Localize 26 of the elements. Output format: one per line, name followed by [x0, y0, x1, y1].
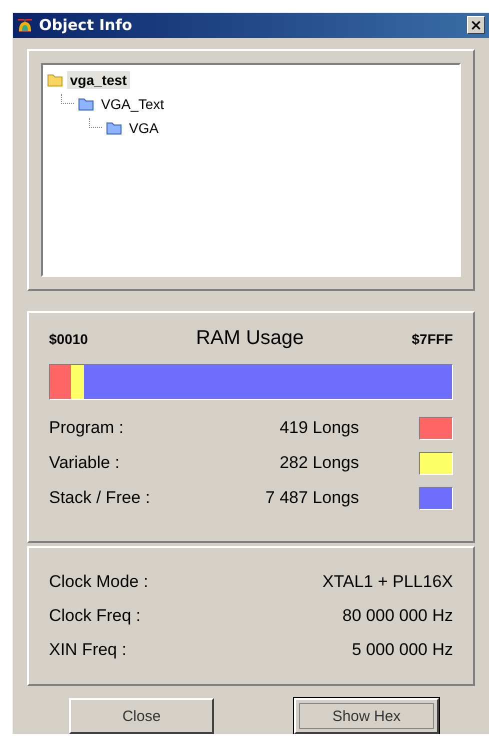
clock-label: XIN Freq : [49, 640, 128, 660]
segment-value: 419 Longs [278, 418, 359, 438]
ram-usage-title: RAM Usage [196, 327, 304, 350]
clock-value: XTAL1 + PLL16X [322, 572, 453, 592]
segment-value: 282 Longs [278, 453, 359, 474]
folder-icon [106, 120, 122, 134]
tree-item[interactable]: VGA_Text [98, 94, 168, 112]
propeller-hat-icon [17, 17, 33, 34]
end-address: $7FFF [412, 330, 453, 347]
folder-icon [78, 96, 94, 110]
start-address: $0010 [49, 330, 88, 347]
clock-label: Clock Mode : [49, 572, 150, 592]
segment-label: Stack / Free : [49, 488, 152, 508]
clock-value: 5 000 000 Hz [352, 640, 453, 660]
tree-item[interactable]: VGA [126, 118, 162, 136]
window-title: Object Info [39, 16, 134, 34]
dialog-button[interactable]: Show Hex [294, 698, 439, 734]
folder-icon [47, 72, 63, 86]
segment-label: Program : [49, 418, 125, 438]
segment-label: Variable : [49, 453, 121, 474]
segment-value: 7 487 Longs [264, 488, 359, 508]
clock-value: 80 000 000 Hz [342, 606, 453, 626]
dialog-button[interactable]: Close [69, 698, 214, 734]
clock-label: Clock Freq : [49, 606, 142, 626]
tree-item[interactable]: vga_test [67, 70, 130, 88]
close-button[interactable]: × [467, 16, 485, 34]
